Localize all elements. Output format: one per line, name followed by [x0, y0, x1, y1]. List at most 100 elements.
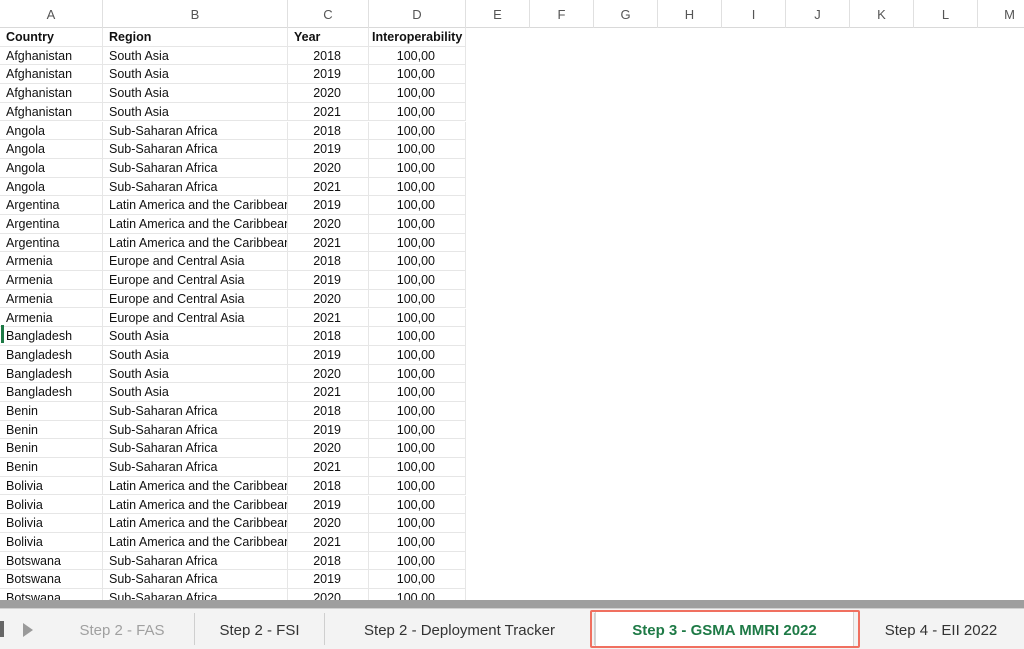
cell-region[interactable]: Europe and Central Asia [103, 271, 288, 290]
cell-country[interactable]: Armenia [0, 308, 103, 328]
column-header-B[interactable]: B [103, 0, 288, 28]
cell-year[interactable]: 2019 [288, 495, 369, 515]
cell-year[interactable]: 2020 [288, 439, 369, 459]
cell-region[interactable]: Latin America and the Caribbean [103, 532, 288, 552]
cell-year[interactable]: 2021 [288, 102, 369, 122]
cell-interoperability[interactable]: 100,00 [369, 402, 466, 421]
cell-country[interactable]: Bangladesh [0, 327, 103, 346]
cell-interoperability[interactable]: 100,00 [369, 495, 466, 515]
cell-region[interactable]: Sub-Saharan Africa [103, 570, 288, 589]
cell-year[interactable]: 2018 [288, 121, 369, 141]
cell-country[interactable]: Armenia [0, 271, 103, 290]
cell-country[interactable]: Benin [0, 402, 103, 421]
cell-interoperability[interactable]: 100,00 [369, 420, 466, 440]
cell-region[interactable]: Europe and Central Asia [103, 308, 288, 328]
cell-region[interactable]: Sub-Saharan Africa [103, 589, 288, 600]
cell-year[interactable]: 2020 [288, 158, 369, 178]
cell-interoperability[interactable]: 100,00 [369, 289, 466, 309]
cell-country[interactable]: Benin [0, 420, 103, 440]
cell-interoperability[interactable]: 100,00 [369, 65, 466, 85]
cell-country[interactable]: Angola [0, 177, 103, 197]
cell-year[interactable]: 2019 [288, 271, 369, 290]
cell-country[interactable]: Argentina [0, 196, 103, 215]
column-header-C[interactable]: C [288, 0, 369, 28]
cell-region[interactable]: Latin America and the Caribbean [103, 514, 288, 533]
cell-interoperability[interactable]: 100,00 [369, 158, 466, 178]
cell-interoperability[interactable]: 100,00 [369, 177, 466, 197]
cell-country[interactable]: Bangladesh [0, 345, 103, 365]
cell-interoperability[interactable]: 100,00 [369, 252, 466, 272]
column-header-A[interactable]: A [0, 0, 103, 28]
horizontal-scrollbar[interactable] [0, 600, 1024, 608]
cell-region[interactable]: Sub-Saharan Africa [103, 177, 288, 197]
cell-country[interactable]: Argentina [0, 215, 103, 234]
cell-year[interactable]: 2019 [288, 140, 369, 159]
cell-region[interactable]: Sub-Saharan Africa [103, 420, 288, 440]
cell-country[interactable]: Angola [0, 140, 103, 159]
cell-interoperability[interactable]: 100,00 [369, 364, 466, 384]
cell-year[interactable]: 2019 [288, 420, 369, 440]
cell-region[interactable]: South Asia [103, 102, 288, 122]
cell-country[interactable]: Afghanistan [0, 84, 103, 103]
column-header-H[interactable]: H [658, 0, 722, 28]
cell-country[interactable]: Botswana [0, 551, 103, 571]
cell-interoperability[interactable]: 100,00 [369, 383, 466, 402]
cell-region[interactable]: Latin America and the Caribbean [103, 215, 288, 234]
cell-region[interactable]: Sub-Saharan Africa [103, 439, 288, 459]
cell-region[interactable]: Sub-Saharan Africa [103, 551, 288, 571]
cell-country[interactable]: Armenia [0, 289, 103, 309]
cell-country[interactable]: Armenia [0, 252, 103, 272]
cell-region[interactable]: South Asia [103, 65, 288, 85]
cell-region[interactable]: Latin America and the Caribbean [103, 476, 288, 496]
cell-region[interactable]: Sub-Saharan Africa [103, 458, 288, 477]
cell-interoperability[interactable]: 100,00 [369, 215, 466, 234]
prev-sheet-icon[interactable] [23, 623, 33, 637]
cell-interoperability[interactable]: 100,00 [369, 532, 466, 552]
first-sheet-icon[interactable] [0, 621, 4, 637]
cell-region[interactable]: South Asia [103, 46, 288, 66]
header-cell-interoperability[interactable]: Interoperability [369, 28, 466, 47]
cell-year[interactable]: 2020 [288, 84, 369, 103]
cell-country[interactable]: Afghanistan [0, 65, 103, 85]
cell-year[interactable]: 2021 [288, 383, 369, 402]
cell-year[interactable]: 2019 [288, 570, 369, 589]
cell-year[interactable]: 2020 [288, 215, 369, 234]
header-cell-year[interactable]: Year [288, 28, 369, 47]
cell-interoperability[interactable]: 100,00 [369, 327, 466, 346]
cell-country[interactable]: Bangladesh [0, 383, 103, 402]
cell-country[interactable]: Afghanistan [0, 46, 103, 66]
cell-country[interactable]: Bolivia [0, 514, 103, 533]
cell-country[interactable]: Botswana [0, 570, 103, 589]
cell-year[interactable]: 2018 [288, 252, 369, 272]
cell-year[interactable]: 2021 [288, 233, 369, 253]
cell-year[interactable]: 2018 [288, 402, 369, 421]
cell-country[interactable]: Botswana [0, 589, 103, 600]
cell-region[interactable]: South Asia [103, 327, 288, 346]
column-header-K[interactable]: K [850, 0, 914, 28]
cell-year[interactable]: 2020 [288, 589, 369, 600]
cell-year[interactable]: 2020 [288, 364, 369, 384]
tab-step-2-deployment-tracker[interactable]: Step 2 - Deployment Tracker [325, 613, 595, 645]
cell-country[interactable]: Benin [0, 458, 103, 477]
header-cell-region[interactable]: Region [103, 28, 288, 47]
cell-year[interactable]: 2018 [288, 551, 369, 571]
tab-step-2-fsi[interactable]: Step 2 - FSI [195, 613, 325, 645]
cell-region[interactable]: Europe and Central Asia [103, 289, 288, 309]
cell-region[interactable]: South Asia [103, 383, 288, 402]
cell-country[interactable]: Bolivia [0, 532, 103, 552]
cell-interoperability[interactable]: 100,00 [369, 46, 466, 66]
cell-year[interactable]: 2019 [288, 196, 369, 215]
cell-interoperability[interactable]: 100,00 [369, 589, 466, 600]
cell-interoperability[interactable]: 100,00 [369, 271, 466, 290]
cell-interoperability[interactable]: 100,00 [369, 458, 466, 477]
cell-year[interactable]: 2018 [288, 46, 369, 66]
cell-region[interactable]: Sub-Saharan Africa [103, 121, 288, 141]
cell-year[interactable]: 2021 [288, 458, 369, 477]
cell-year[interactable]: 2019 [288, 345, 369, 365]
column-header-J[interactable]: J [786, 0, 850, 28]
cell-interoperability[interactable]: 100,00 [369, 196, 466, 215]
cell-country[interactable]: Bolivia [0, 495, 103, 515]
tab-step-2-fas[interactable]: Step 2 - FAS [50, 613, 195, 645]
cell-interoperability[interactable]: 100,00 [369, 102, 466, 122]
cell-region[interactable]: Sub-Saharan Africa [103, 140, 288, 159]
